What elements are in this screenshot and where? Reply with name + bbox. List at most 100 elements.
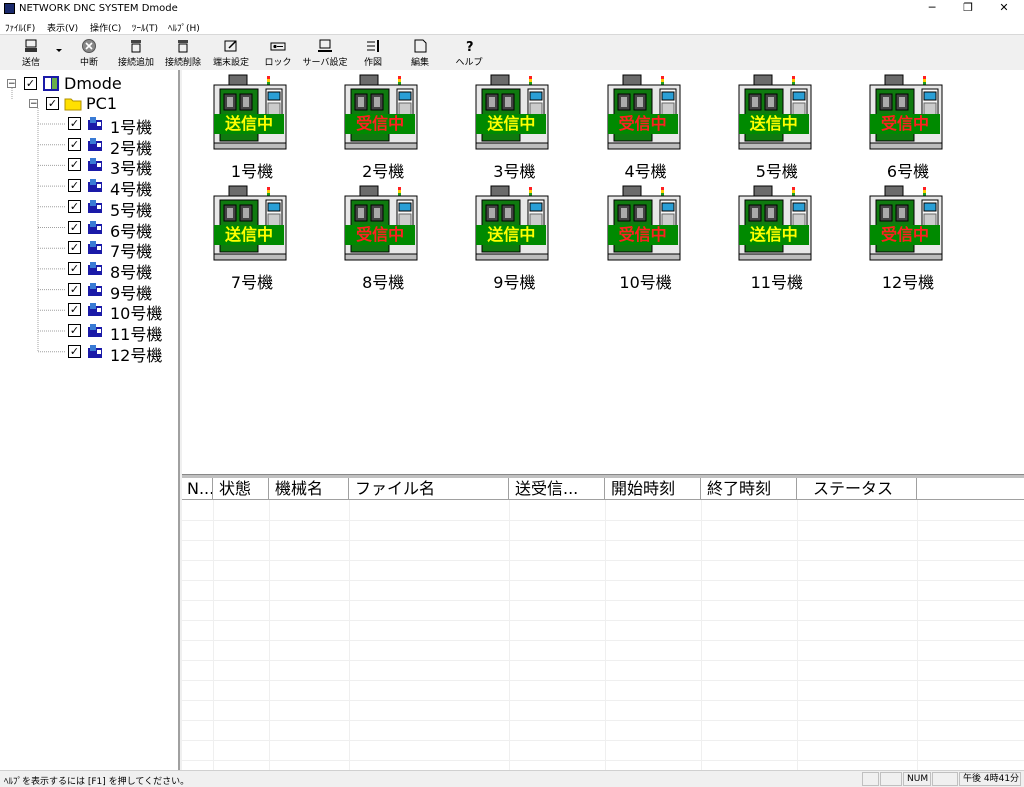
- stop-button[interactable]: 中断: [72, 37, 106, 69]
- machine-checkbox[interactable]: ✓: [68, 261, 81, 275]
- tree-machine-item[interactable]: ✓ 11号機: [0, 321, 180, 344]
- minimize-button[interactable]: ─: [914, 0, 950, 18]
- column-machine-name[interactable]: 機械名: [269, 478, 349, 499]
- toolbar: 送信 中断 接続追加 接続削除 端末設定 ロック サーバ設定 作図 編集 ? ヘ…: [0, 34, 1024, 70]
- log-row-divider: [182, 580, 1024, 581]
- restore-button[interactable]: ❐: [950, 0, 986, 18]
- svg-text:?: ?: [466, 40, 474, 54]
- send-button[interactable]: 送信: [14, 37, 48, 69]
- log-row-divider: [182, 600, 1024, 601]
- tree-machine-item[interactable]: ✓ 2号機: [0, 135, 180, 158]
- tree-machine-item[interactable]: ✓ 8号機: [0, 259, 180, 282]
- server-settings-button[interactable]: サーバ設定: [302, 37, 348, 69]
- machine-checkbox[interactable]: ✓: [68, 117, 81, 130]
- send-dropdown[interactable]: [54, 37, 64, 69]
- terminal-settings-button[interactable]: 端末設定: [210, 37, 252, 69]
- log-column-divider: [213, 500, 214, 770]
- machine-checkbox[interactable]: ✓: [68, 282, 81, 296]
- machine-checkbox[interactable]: ✓: [68, 344, 81, 358]
- tree-machine-item[interactable]: ✓ 10号機: [0, 300, 180, 323]
- machine-tool-icon: [88, 199, 102, 213]
- machine-icon-view: 送信中 1号機 受信中 2号機 送信中 3号機 受信中 4号機 送信中 5号機 受信中 6号機 送信中 7…: [182, 70, 1024, 474]
- transfer-status-badge: 受信中: [345, 114, 416, 134]
- tree-machine-item[interactable]: ✓ 1号機: [0, 114, 180, 137]
- menu-tools[interactable]: ﾂｰﾙ(T): [132, 21, 158, 34]
- column-file-name[interactable]: ファイル名: [349, 478, 509, 499]
- log-row-divider: [182, 560, 1024, 561]
- send-icon: [25, 39, 37, 52]
- root-checkbox[interactable]: ✓: [24, 77, 37, 90]
- drawing-icon: [367, 40, 379, 52]
- machine-tile[interactable]: 送信中 7号機: [212, 183, 292, 292]
- tree-machine-item[interactable]: ✓ 4号機: [0, 176, 180, 199]
- close-button[interactable]: ✕: [986, 0, 1022, 18]
- log-column-divider: [797, 500, 798, 770]
- pc-checkbox[interactable]: ✓: [46, 97, 59, 110]
- tree-machine-item[interactable]: ✓ 3号機: [0, 155, 180, 178]
- machine-tile[interactable]: 受信中 12号機: [868, 183, 948, 292]
- machine-tile[interactable]: 送信中 3号機: [474, 72, 554, 181]
- tree-machine-item[interactable]: ✓ 9号機: [0, 280, 180, 303]
- machine-tool-icon: [88, 261, 102, 275]
- menu-operation[interactable]: 操作(C): [90, 21, 121, 34]
- menu-file[interactable]: ﾌｧｲﾙ(F): [5, 21, 35, 34]
- column-start-time[interactable]: 開始時刻: [605, 478, 701, 499]
- tree-pc-node[interactable]: − ✓ PC1: [0, 94, 180, 114]
- collapse-icon[interactable]: −: [29, 99, 38, 109]
- help-button[interactable]: ? ヘルプ: [454, 37, 484, 69]
- status-bar: ﾍﾙﾌﾟを表示するには [F1] を押してください。 NUM 午後 4時41分: [0, 770, 1024, 787]
- machine-name: 6号機: [886, 162, 930, 181]
- log-row-divider: [182, 740, 1024, 741]
- column-status[interactable]: ステータス: [797, 478, 917, 499]
- machine-checkbox[interactable]: ✓: [68, 324, 81, 337]
- edit-button[interactable]: 編集: [406, 37, 434, 69]
- machine-tile[interactable]: 受信中 10号機: [606, 183, 686, 292]
- collapse-icon[interactable]: −: [7, 79, 16, 89]
- column-state[interactable]: 状態: [213, 478, 269, 499]
- column-number[interactable]: N...: [182, 478, 213, 499]
- transfer-status-badge: 受信中: [870, 225, 940, 245]
- machine-tile[interactable]: 送信中 11号機: [737, 183, 817, 292]
- tree-machine-item[interactable]: ✓ 5号機: [0, 197, 180, 220]
- transfer-log-table: N... 状態 機械名 ファイル名 送受信... 開始時刻 終了時刻 ステータス: [182, 478, 1024, 770]
- lock-button[interactable]: ロック: [262, 37, 294, 69]
- tree-machine-item[interactable]: ✓ 6号機: [0, 218, 180, 241]
- document-edit-icon: [414, 39, 427, 53]
- log-row-divider: [182, 660, 1024, 661]
- transfer-status-badge: 受信中: [870, 114, 940, 134]
- machine-name: 9号機: [493, 273, 536, 292]
- machine-tile[interactable]: 受信中 8号機: [343, 183, 423, 292]
- machine-tile[interactable]: 送信中 1号機: [212, 72, 292, 181]
- status-cell-caps: [862, 772, 879, 786]
- menu-view[interactable]: 表示(V): [47, 21, 78, 34]
- log-column-divider: [509, 500, 510, 770]
- machine-checkbox[interactable]: ✓: [68, 179, 81, 193]
- tree-pc-label: PC1: [86, 94, 117, 113]
- transfer-status-badge: 受信中: [607, 225, 678, 245]
- menu-help[interactable]: ﾍﾙﾌﾟ(H): [168, 21, 200, 34]
- machine-tile[interactable]: 送信中 5号機: [737, 72, 817, 181]
- log-column-divider: [349, 500, 350, 770]
- delete-connection-button[interactable]: 接続削除: [163, 37, 203, 69]
- machine-tool-icon: [88, 179, 102, 193]
- column-end-time[interactable]: 終了時刻: [701, 478, 797, 499]
- machine-checkbox[interactable]: ✓: [68, 220, 81, 234]
- tree-machine-item[interactable]: ✓ 7号機: [0, 238, 180, 261]
- machine-checkbox[interactable]: ✓: [68, 241, 81, 255]
- tree-machine-item[interactable]: ✓ 12号機: [0, 342, 180, 365]
- machine-tool-icon: [88, 137, 102, 151]
- column-direction[interactable]: 送受信...: [509, 478, 605, 499]
- log-table-header: N... 状態 機械名 ファイル名 送受信... 開始時刻 終了時刻 ステータス: [182, 478, 1024, 500]
- transfer-status-badge: 受信中: [607, 114, 678, 134]
- machine-checkbox[interactable]: ✓: [68, 158, 81, 172]
- tree-root[interactable]: − ✓ Dmode: [0, 74, 180, 94]
- machine-tile[interactable]: 受信中 4号機: [606, 72, 686, 181]
- machine-tile[interactable]: 受信中 6号機: [868, 72, 948, 181]
- add-connection-button[interactable]: 接続追加: [116, 37, 156, 69]
- machine-tile[interactable]: 送信中 9号機: [474, 183, 554, 292]
- drawing-button[interactable]: 作図: [360, 37, 386, 69]
- machine-checkbox[interactable]: ✓: [68, 199, 81, 213]
- machine-checkbox[interactable]: ✓: [68, 303, 81, 317]
- machine-tile[interactable]: 受信中 2号機: [343, 72, 423, 181]
- machine-checkbox[interactable]: ✓: [68, 137, 81, 151]
